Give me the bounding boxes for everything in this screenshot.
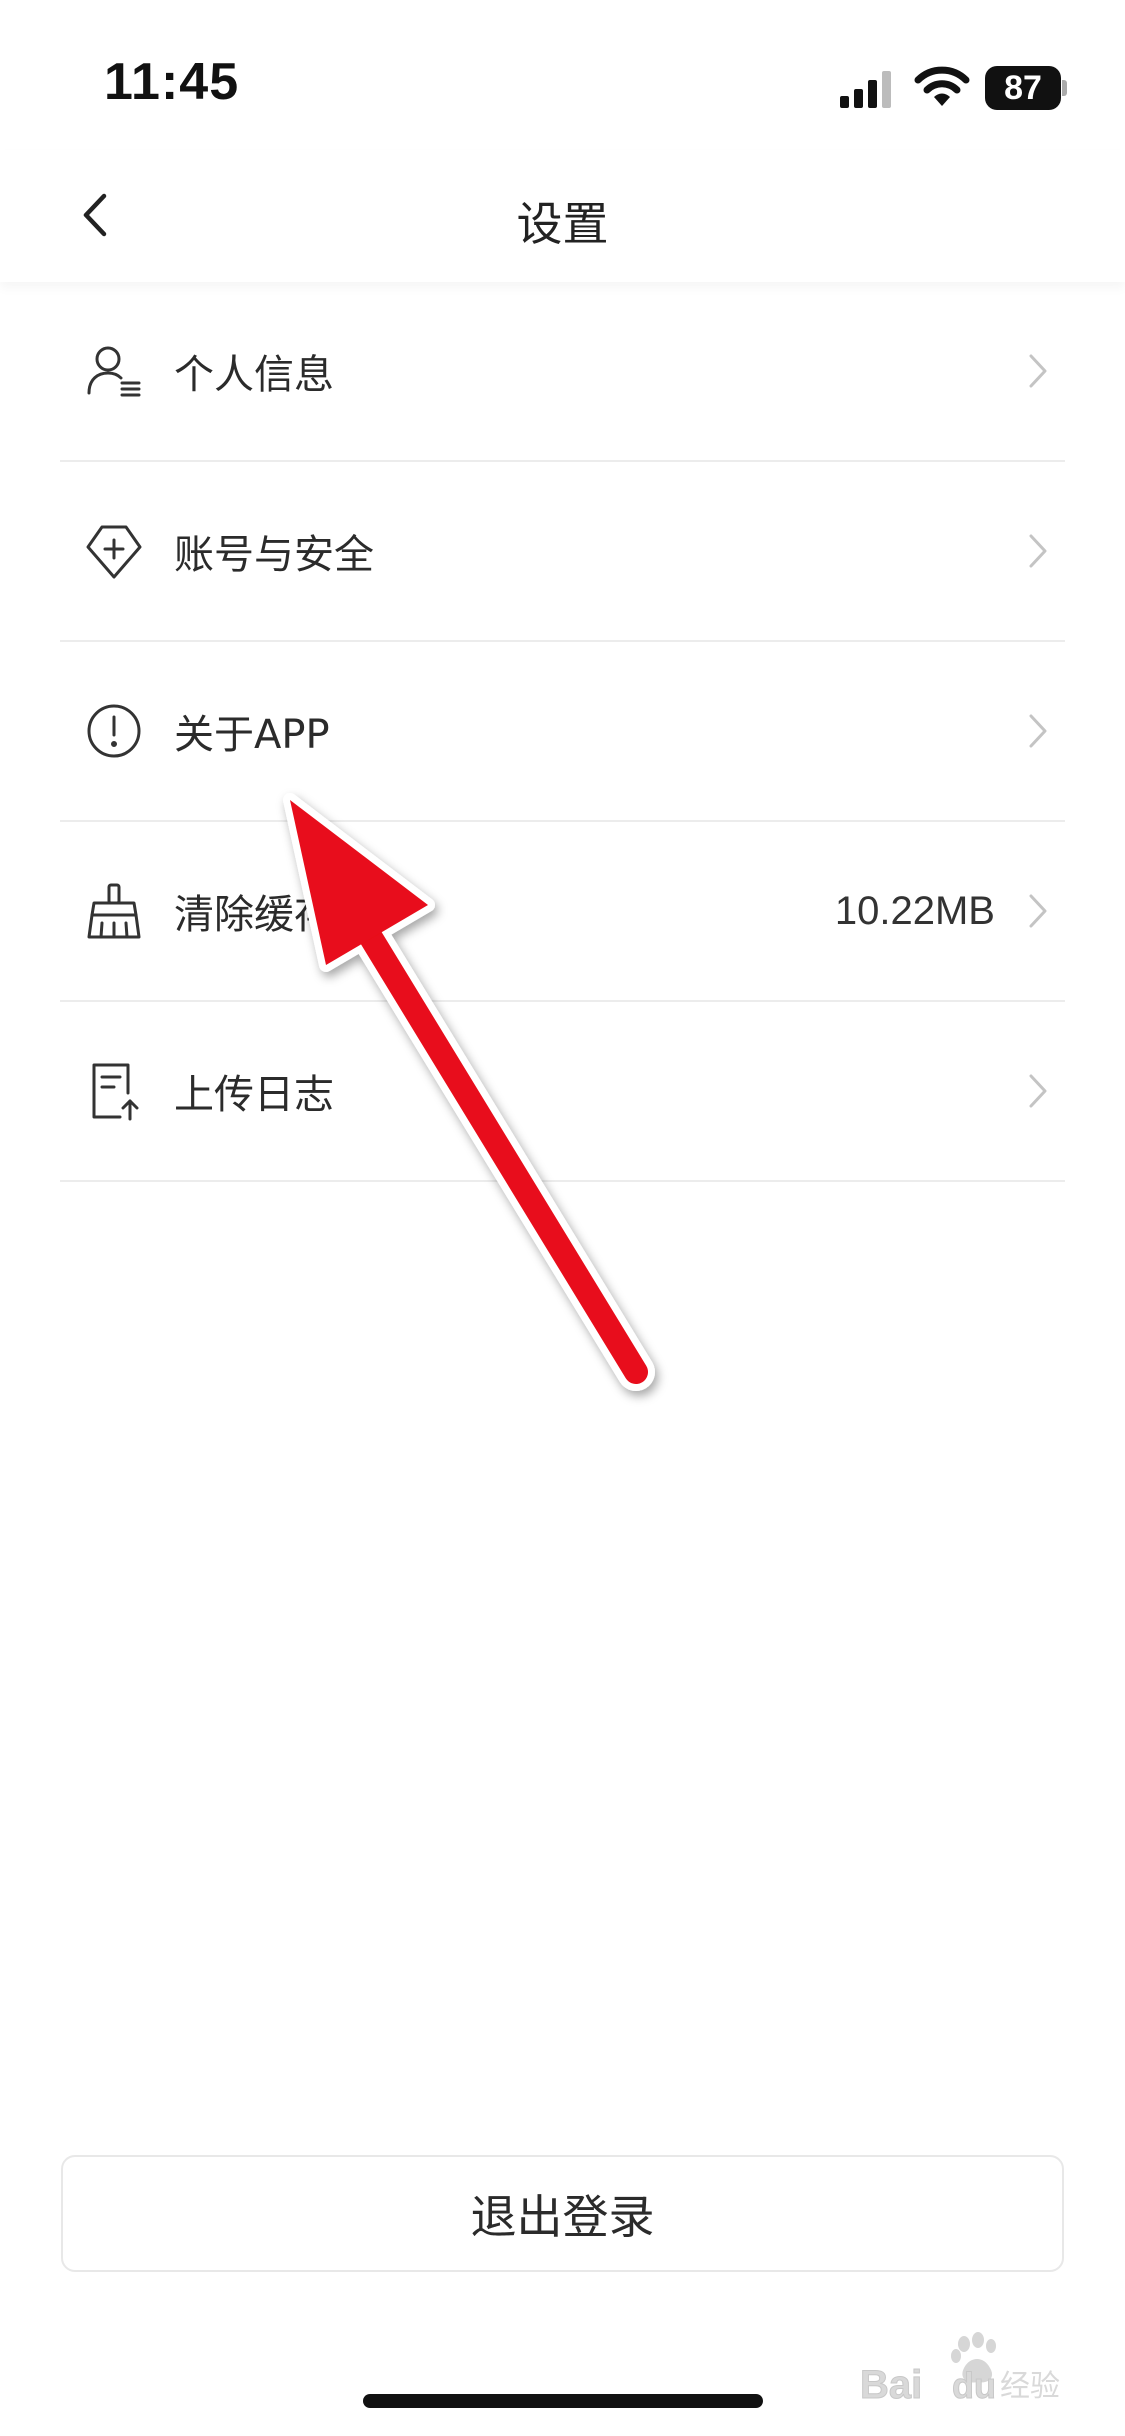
page-title: 设置 — [516, 197, 609, 251]
info-exclamation-icon — [84, 701, 144, 761]
nav-bar: 设置 — [0, 150, 1125, 282]
wifi-icon — [914, 66, 970, 106]
upload-log-icon — [84, 1061, 144, 1121]
cache-size-value: 10.22MB — [834, 888, 995, 933]
chevron-right-icon — [1023, 1071, 1053, 1111]
status-time: 11:45 — [104, 53, 240, 111]
status-bar: 11:45 87 — [0, 0, 1125, 150]
settings-item-upload-log[interactable]: 上传日志 — [60, 1002, 1065, 1182]
svg-text:经验: 经验 — [1000, 2369, 1060, 2404]
shield-plus-icon — [84, 521, 144, 581]
settings-item-account-security[interactable]: 账号与安全 — [60, 462, 1065, 642]
battery-level: 87 — [1004, 69, 1042, 107]
settings-item-about-app[interactable]: 关于APP — [60, 642, 1065, 822]
baidu-watermark-logo: Bai du 经验 — [860, 2332, 1060, 2404]
chevron-right-icon — [1023, 891, 1053, 931]
cellular-signal-icon — [840, 71, 891, 108]
user-profile-icon — [84, 341, 144, 401]
settings-item-label: 账号与安全 — [174, 532, 374, 578]
settings-item-label: 关于APP — [174, 712, 330, 758]
battery-icon: 87 — [985, 66, 1067, 110]
settings-item-personal-info[interactable]: 个人信息 — [60, 282, 1065, 462]
svg-text:Bai: Bai — [860, 2363, 922, 2404]
chevron-right-icon — [1023, 711, 1053, 751]
svg-text:du: du — [952, 2365, 996, 2404]
chevron-right-icon — [1023, 531, 1053, 571]
broom-icon — [84, 881, 144, 941]
logout-button[interactable]: 退出登录 — [61, 2155, 1064, 2272]
chevron-right-icon — [1023, 351, 1053, 391]
settings-list: 个人信息 账号与安全 关于APP 清除缓存 10.22MB 上传日志 — [60, 282, 1065, 1182]
settings-item-clear-cache[interactable]: 清除缓存 10.22MB — [60, 822, 1065, 1002]
settings-item-label: 清除缓存 — [174, 892, 334, 938]
home-indicator[interactable] — [363, 2394, 763, 2408]
settings-item-label: 上传日志 — [174, 1072, 334, 1118]
settings-item-label: 个人信息 — [174, 352, 334, 398]
